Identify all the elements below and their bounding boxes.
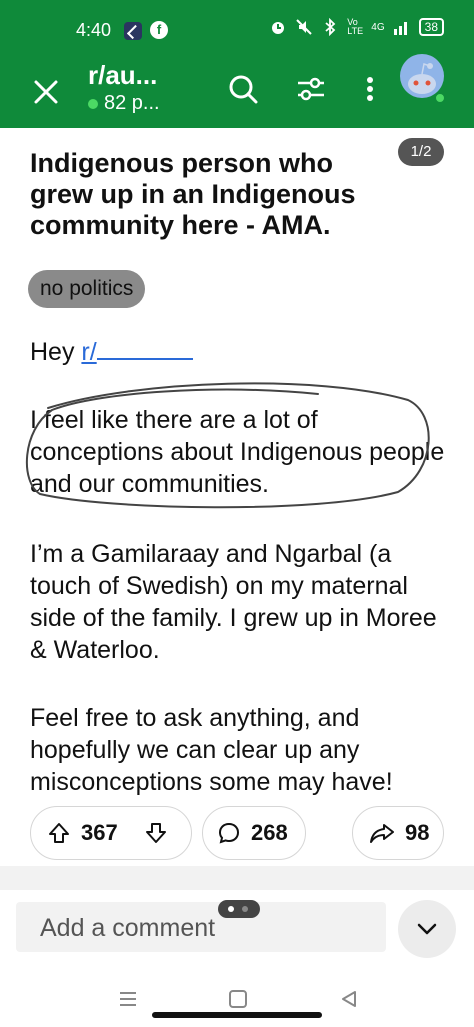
more-options-icon[interactable] bbox=[356, 72, 384, 106]
app-header: r/au... 82 p... bbox=[0, 54, 474, 128]
mention-prefix: r/ bbox=[81, 338, 97, 366]
share-count: 98 bbox=[405, 820, 430, 845]
post-flair[interactable]: no politics bbox=[28, 270, 146, 308]
comments-button[interactable]: 268 bbox=[202, 806, 306, 860]
chevron-down-icon bbox=[417, 923, 437, 935]
post-title: Indigenous person who grew up in an Indi… bbox=[30, 148, 356, 240]
comment-count: 268 bbox=[251, 820, 288, 845]
gesture-bar[interactable] bbox=[152, 1012, 322, 1018]
network-label: 4G bbox=[371, 21, 385, 33]
alarm-icon bbox=[272, 22, 285, 34]
status-icons: Vo LTE 4G 38 bbox=[269, 18, 444, 36]
close-icon[interactable] bbox=[28, 74, 64, 110]
mute-icon bbox=[296, 19, 313, 35]
upvote-icon[interactable] bbox=[47, 821, 71, 845]
subreddit-name[interactable]: r/au... bbox=[88, 60, 157, 91]
recent-apps-icon[interactable] bbox=[118, 990, 138, 1008]
bluetooth-icon bbox=[325, 18, 336, 36]
image-page-indicator: 1/2 bbox=[398, 138, 444, 166]
avatar-online-dot bbox=[434, 92, 446, 104]
share-icon bbox=[370, 824, 394, 843]
online-count: 82 p... bbox=[88, 92, 160, 115]
downvote-icon[interactable] bbox=[144, 821, 168, 845]
back-icon[interactable] bbox=[340, 990, 358, 1008]
online-dot-icon bbox=[88, 98, 98, 109]
home-icon[interactable] bbox=[229, 990, 247, 1008]
facebook-notification-icon: f bbox=[150, 21, 168, 39]
post-paragraph-1: I feel like there are a lot of conceptio… bbox=[30, 406, 445, 498]
post-paragraph-3: Feel free to ask anything, and hopefully… bbox=[30, 704, 393, 796]
greeting-text: Hey bbox=[30, 338, 75, 366]
comment-icon bbox=[218, 822, 240, 844]
filter-icon[interactable] bbox=[294, 72, 328, 106]
signal-icon bbox=[393, 22, 407, 35]
share-button[interactable]: 98 bbox=[352, 806, 444, 860]
vote-bar: 367 bbox=[30, 806, 192, 860]
battery-indicator: 38 bbox=[418, 18, 444, 36]
page-dots-indicator bbox=[218, 900, 260, 918]
expand-comment-button[interactable] bbox=[398, 900, 456, 958]
search-icon[interactable] bbox=[226, 72, 260, 106]
comment-placeholder: Add a comment bbox=[40, 914, 216, 942]
section-divider bbox=[0, 866, 474, 890]
upvote-count: 367 bbox=[81, 820, 118, 845]
status-bar: 4:40 f Vo LTE 4G 38 bbox=[0, 0, 474, 60]
online-count-label: 82 p... bbox=[104, 92, 160, 114]
post-greeting: Hey r/ bbox=[30, 336, 450, 368]
app-notification-icon bbox=[124, 22, 142, 40]
volte-label: Vo LTE bbox=[347, 17, 364, 36]
post-paragraph-2: I’m a Gamilaraay and Ngarbal (a touch of… bbox=[30, 540, 437, 664]
mention-redacted bbox=[96, 342, 193, 360]
status-time: 4:40 bbox=[76, 20, 112, 40]
add-comment-input[interactable]: Add a comment bbox=[16, 902, 386, 952]
subreddit-mention-link[interactable]: r/ bbox=[81, 338, 193, 366]
